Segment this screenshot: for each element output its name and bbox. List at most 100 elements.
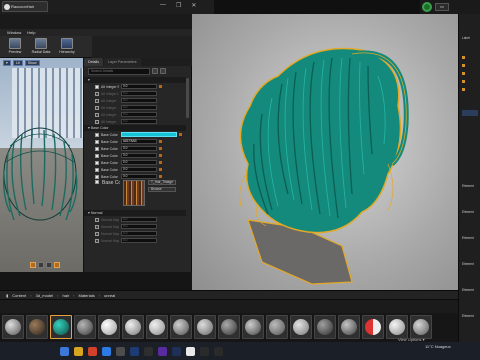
reset-to-default-icon[interactable] <box>159 85 162 88</box>
property-checkbox[interactable] <box>95 91 99 96</box>
view-options-icon[interactable] <box>152 68 158 74</box>
texture-checkbox[interactable] <box>95 180 99 184</box>
property-value-input[interactable]: 0.0 <box>121 146 157 151</box>
color-swatch[interactable] <box>121 132 177 137</box>
property-value-input[interactable]: 0.0 <box>121 153 157 158</box>
details-search-input[interactable]: Search Details <box>88 68 150 75</box>
texture-thumbnail[interactable] <box>123 180 145 206</box>
asset-thumbnail[interactable] <box>314 315 336 339</box>
asset-thumbnail[interactable] <box>266 315 288 339</box>
property-value-input[interactable]: 0.0 <box>121 174 157 179</box>
asset-thumbnail[interactable] <box>386 315 408 339</box>
editor-tab[interactable]: RaccoonHair <box>2 1 48 12</box>
minimize-button[interactable]: — <box>160 2 166 12</box>
transport-button-2[interactable] <box>38 262 44 268</box>
radial-data-button[interactable]: Radial Data <box>30 38 52 55</box>
breadcrumb-hair[interactable]: hair <box>62 293 69 298</box>
source-control-status-icon[interactable] <box>422 2 432 12</box>
edge-icon[interactable] <box>102 346 111 356</box>
maximize-button[interactable]: ❐ <box>176 2 181 12</box>
app-icon[interactable] <box>158 346 167 356</box>
breadcrumb-materials[interactable]: Materials <box>79 293 95 298</box>
property-value-input[interactable]: 0.0 <box>121 91 157 96</box>
right-panel-item[interactable] <box>462 56 465 60</box>
reset-to-default-icon[interactable] <box>159 175 162 178</box>
asset-thumbnail[interactable] <box>74 315 96 339</box>
property-checkbox[interactable] <box>95 160 99 165</box>
right-panel-item[interactable] <box>462 80 465 84</box>
property-value-input[interactable]: 0.0 <box>121 119 157 124</box>
property-value-input[interactable]: 0.0 <box>121 105 157 110</box>
property-checkbox[interactable] <box>95 98 99 103</box>
property-value-input[interactable]: 0.0 <box>121 84 157 89</box>
viewport-menu-button[interactable]: ▾ <box>3 60 11 66</box>
app-icon[interactable] <box>172 346 181 356</box>
property-checkbox[interactable] <box>95 217 99 222</box>
asset-thumbnail[interactable] <box>290 315 312 339</box>
transport-button-4[interactable] <box>54 262 60 268</box>
weather-widget[interactable]: 11°C Nuageux <box>425 344 451 349</box>
asset-thumbnail[interactable] <box>242 315 264 339</box>
property-checkbox[interactable] <box>95 231 99 236</box>
property-checkbox[interactable] <box>95 174 99 179</box>
search-icon[interactable] <box>60 346 69 356</box>
asset-thumbnail-selected[interactable] <box>50 315 72 339</box>
property-checkbox[interactable] <box>95 105 99 110</box>
show-button[interactable]: Show <box>24 60 40 66</box>
property-checkbox[interactable] <box>95 139 99 144</box>
breadcrumb-content[interactable]: Content <box>12 293 26 298</box>
breadcrumb-3d-model[interactable]: 3d_model <box>36 293 54 298</box>
property-checkbox[interactable] <box>95 112 99 117</box>
asset-thumbnail[interactable] <box>338 315 360 339</box>
asset-thumbnail[interactable] <box>2 315 24 339</box>
reset-to-default-icon[interactable] <box>159 154 162 157</box>
transport-button-3[interactable] <box>46 262 52 268</box>
reset-to-default-icon[interactable] <box>159 168 162 171</box>
app-icon[interactable] <box>200 346 209 356</box>
asset-thumbnail[interactable] <box>218 315 240 339</box>
tab-layer-parameters[interactable]: Layer Parameters <box>104 58 141 66</box>
asset-thumbnail[interactable] <box>362 315 384 339</box>
folder-icon[interactable]: ▮ <box>6 293 8 298</box>
reset-to-default-icon[interactable] <box>159 147 162 150</box>
right-panel-item[interactable] <box>462 64 465 68</box>
texture-browse-button[interactable]: Browse <box>148 187 176 192</box>
eye-icon[interactable] <box>160 68 166 74</box>
hierarchy-button[interactable]: Hierarchy <box>56 38 78 55</box>
property-checkbox[interactable] <box>95 84 99 89</box>
app-icon[interactable] <box>214 346 223 356</box>
property-value-input[interactable]: 0.0 <box>121 160 157 165</box>
tab-details[interactable]: Details <box>84 58 103 66</box>
breadcrumb-unreal[interactable]: unreal <box>104 293 115 298</box>
property-checkbox[interactable] <box>95 146 99 151</box>
right-panel-selected[interactable] <box>462 110 478 116</box>
asset-thumbnail[interactable] <box>410 315 432 339</box>
reset-to-default-icon[interactable] <box>159 161 162 164</box>
app-icon[interactable] <box>144 346 153 356</box>
details-scrollbar[interactable] <box>186 78 189 118</box>
preview-button[interactable]: Preview <box>4 38 26 55</box>
photoshop-icon[interactable] <box>130 346 139 356</box>
property-checkbox[interactable] <box>95 153 99 158</box>
property-value-input[interactable]: 0.0 <box>121 167 157 172</box>
unreal-engine-icon[interactable] <box>186 346 195 356</box>
asset-thumbnail[interactable] <box>26 315 48 339</box>
property-value-input[interactable]: 0.0 <box>121 112 157 117</box>
reset-to-default-icon[interactable] <box>159 140 162 143</box>
property-value-input[interactable]: 0.0 <box>121 238 157 243</box>
close-button[interactable]: ✕ <box>191 2 196 12</box>
property-checkbox[interactable] <box>95 224 99 229</box>
property-value-input[interactable]: 0.0 <box>121 224 157 229</box>
property-value-input[interactable]: 0.0 <box>121 231 157 236</box>
asset-thumbnail[interactable] <box>122 315 144 339</box>
lit-button[interactable]: Lit <box>12 60 23 66</box>
transport-button-1[interactable] <box>30 262 36 268</box>
asset-thumbnail[interactable] <box>98 315 120 339</box>
right-panel-item[interactable] <box>462 72 465 76</box>
property-value-input[interactable]: 0.0 <box>121 217 157 222</box>
property-checkbox[interactable] <box>95 119 99 124</box>
asset-thumbnail[interactable] <box>170 315 192 339</box>
preview-viewport[interactable]: ▾ Lit Show <box>0 58 84 272</box>
property-checkbox[interactable] <box>95 167 99 172</box>
property-value-input[interactable]: A81F8AB <box>121 139 157 144</box>
